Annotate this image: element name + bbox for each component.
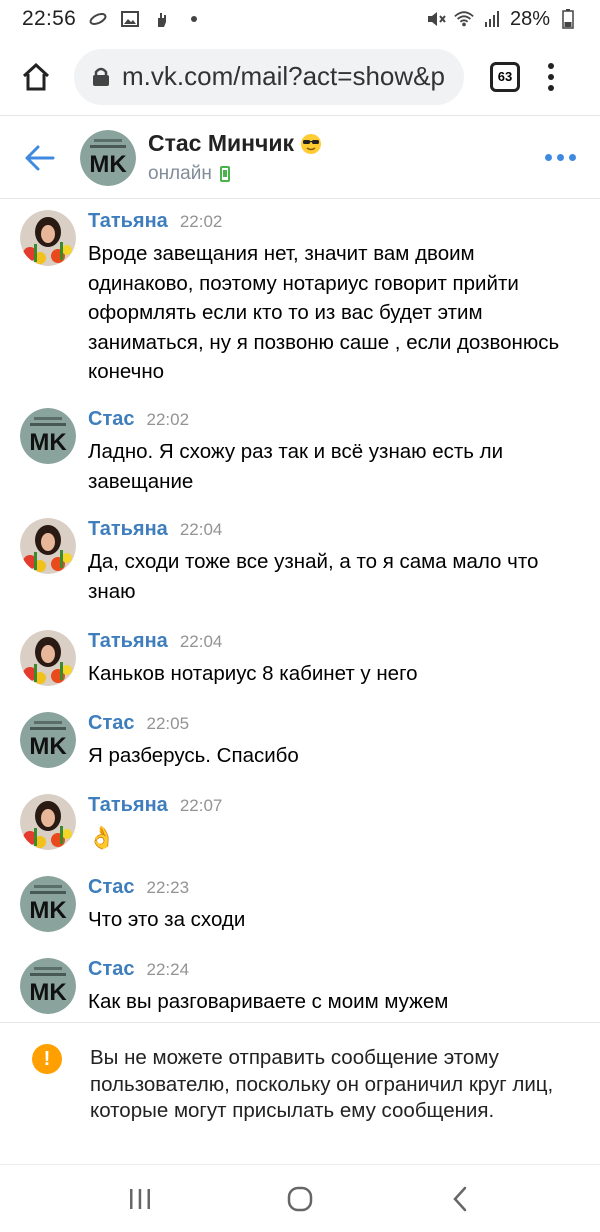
- message-text: Да, сходи тоже все узнай, а то я сама ма…: [88, 550, 539, 603]
- svg-text:MK: MK: [29, 897, 67, 924]
- avatar-stas[interactable]: MK: [20, 712, 76, 768]
- message-author[interactable]: Стас: [88, 712, 134, 735]
- message-text: Как вы разговариваете с моим мужем: [88, 990, 449, 1013]
- url-text: m.vk.com/mail?act=show&peer: [122, 61, 446, 91]
- message-author[interactable]: Стас: [88, 408, 134, 431]
- sunglasses-emoji-icon: [301, 133, 322, 154]
- recent-apps-button[interactable]: [110, 1174, 170, 1224]
- message-time: 22:04: [179, 632, 223, 651]
- avatar-stas[interactable]: MK: [20, 958, 76, 1014]
- contact-name: Стас Минчик: [148, 130, 295, 156]
- browser-menu-button[interactable]: [546, 62, 556, 91]
- message-time: 22:05: [146, 714, 190, 733]
- dot-icon: [184, 9, 204, 29]
- mute-icon: [426, 9, 446, 29]
- avatar-tatyana[interactable]: [20, 210, 76, 266]
- message-list[interactable]: Татьяна 22:02 Вроде завещания нет, значи…: [0, 200, 600, 1022]
- ok-hand-emoji: 👌: [88, 825, 116, 850]
- home-icon: [22, 62, 50, 90]
- notice-text: Вы не можете отправить сообщение этому п…: [90, 1046, 554, 1122]
- back-arrow-icon: [25, 145, 55, 170]
- message-time: 22:02: [179, 212, 223, 231]
- signal-icon: [482, 9, 502, 29]
- message-text: Каньков нотариус 8 кабинет у него: [88, 662, 418, 685]
- contact-avatar[interactable]: MK: [80, 129, 136, 186]
- message-author[interactable]: Татьяна: [88, 518, 168, 541]
- home-nav-button[interactable]: [270, 1174, 330, 1224]
- svg-text:MK: MK: [29, 979, 67, 1006]
- svg-text:MK: MK: [89, 151, 127, 178]
- address-bar[interactable]: m.vk.com/mail?act=show&peer: [74, 48, 464, 105]
- more-options-button[interactable]: [545, 154, 576, 161]
- send-restriction-notice: ! Вы не можете отправить сообщение этому…: [0, 1022, 600, 1164]
- message-author[interactable]: Татьяна: [88, 630, 168, 653]
- browser-toolbar: m.vk.com/mail?act=show&peer 63: [0, 38, 600, 116]
- home-button[interactable]: [14, 55, 58, 99]
- battery-percent: 28%: [509, 7, 550, 30]
- message-text: Вроде завещания нет, значит вам двоим од…: [88, 242, 560, 383]
- status-bar: 22:56 28%: [0, 0, 600, 38]
- online-status: онлайн: [148, 163, 212, 184]
- message-text: Ладно. Я схожу раз так и всё узнаю есть …: [88, 440, 504, 493]
- tabs-button[interactable]: 63: [490, 61, 520, 92]
- message-time: 22:07: [179, 796, 223, 815]
- message-author[interactable]: Стас: [88, 958, 134, 981]
- svg-text:MK: MK: [29, 733, 67, 760]
- message-text: Что это за сходи: [88, 908, 246, 931]
- more-dot-icon: [545, 154, 552, 161]
- message-text: Я разберусь. Спасибо: [88, 744, 299, 767]
- lock-icon: [93, 67, 109, 86]
- battery-icon: [558, 9, 578, 29]
- message-time: 22:23: [146, 878, 190, 897]
- recent-apps-icon: [130, 1188, 150, 1209]
- avatar-tatyana[interactable]: [20, 794, 76, 850]
- mobile-online-icon: [219, 166, 230, 182]
- svg-text:MK: MK: [29, 429, 67, 456]
- wifi-icon: [454, 9, 474, 29]
- avatar-stas[interactable]: MK: [20, 876, 76, 932]
- hand-icon: [152, 9, 172, 29]
- menu-dot-icon: [548, 84, 554, 91]
- avatar-tatyana[interactable]: [20, 518, 76, 574]
- message-author[interactable]: Татьяна: [88, 210, 168, 233]
- back-button[interactable]: [0, 117, 80, 199]
- menu-dot-icon: [548, 62, 554, 69]
- status-time: 22:56: [22, 7, 77, 30]
- message-author[interactable]: Татьяна: [88, 794, 168, 817]
- back-nav-button[interactable]: [430, 1174, 490, 1224]
- menu-dot-icon: [548, 73, 554, 80]
- back-chevron-icon: [453, 1186, 467, 1211]
- home-circle-icon: [287, 1186, 313, 1211]
- image-icon: [120, 9, 140, 29]
- message-time: 22:24: [146, 960, 190, 979]
- message-time: 22:04: [179, 520, 223, 539]
- link-icon: [88, 9, 108, 29]
- system-nav-bar: [0, 1164, 600, 1232]
- message-author[interactable]: Стас: [88, 876, 134, 899]
- warning-icon: !: [32, 1044, 62, 1074]
- more-dot-icon: [557, 154, 564, 161]
- message-time: 22:02: [146, 410, 190, 429]
- more-dot-icon: [569, 154, 576, 161]
- avatar-stas[interactable]: MK: [20, 408, 76, 464]
- contact-info[interactable]: Стас Минчик онлайн: [148, 130, 322, 185]
- chat-header: MK Стас Минчик онлайн: [0, 117, 600, 199]
- avatar-tatyana[interactable]: [20, 630, 76, 686]
